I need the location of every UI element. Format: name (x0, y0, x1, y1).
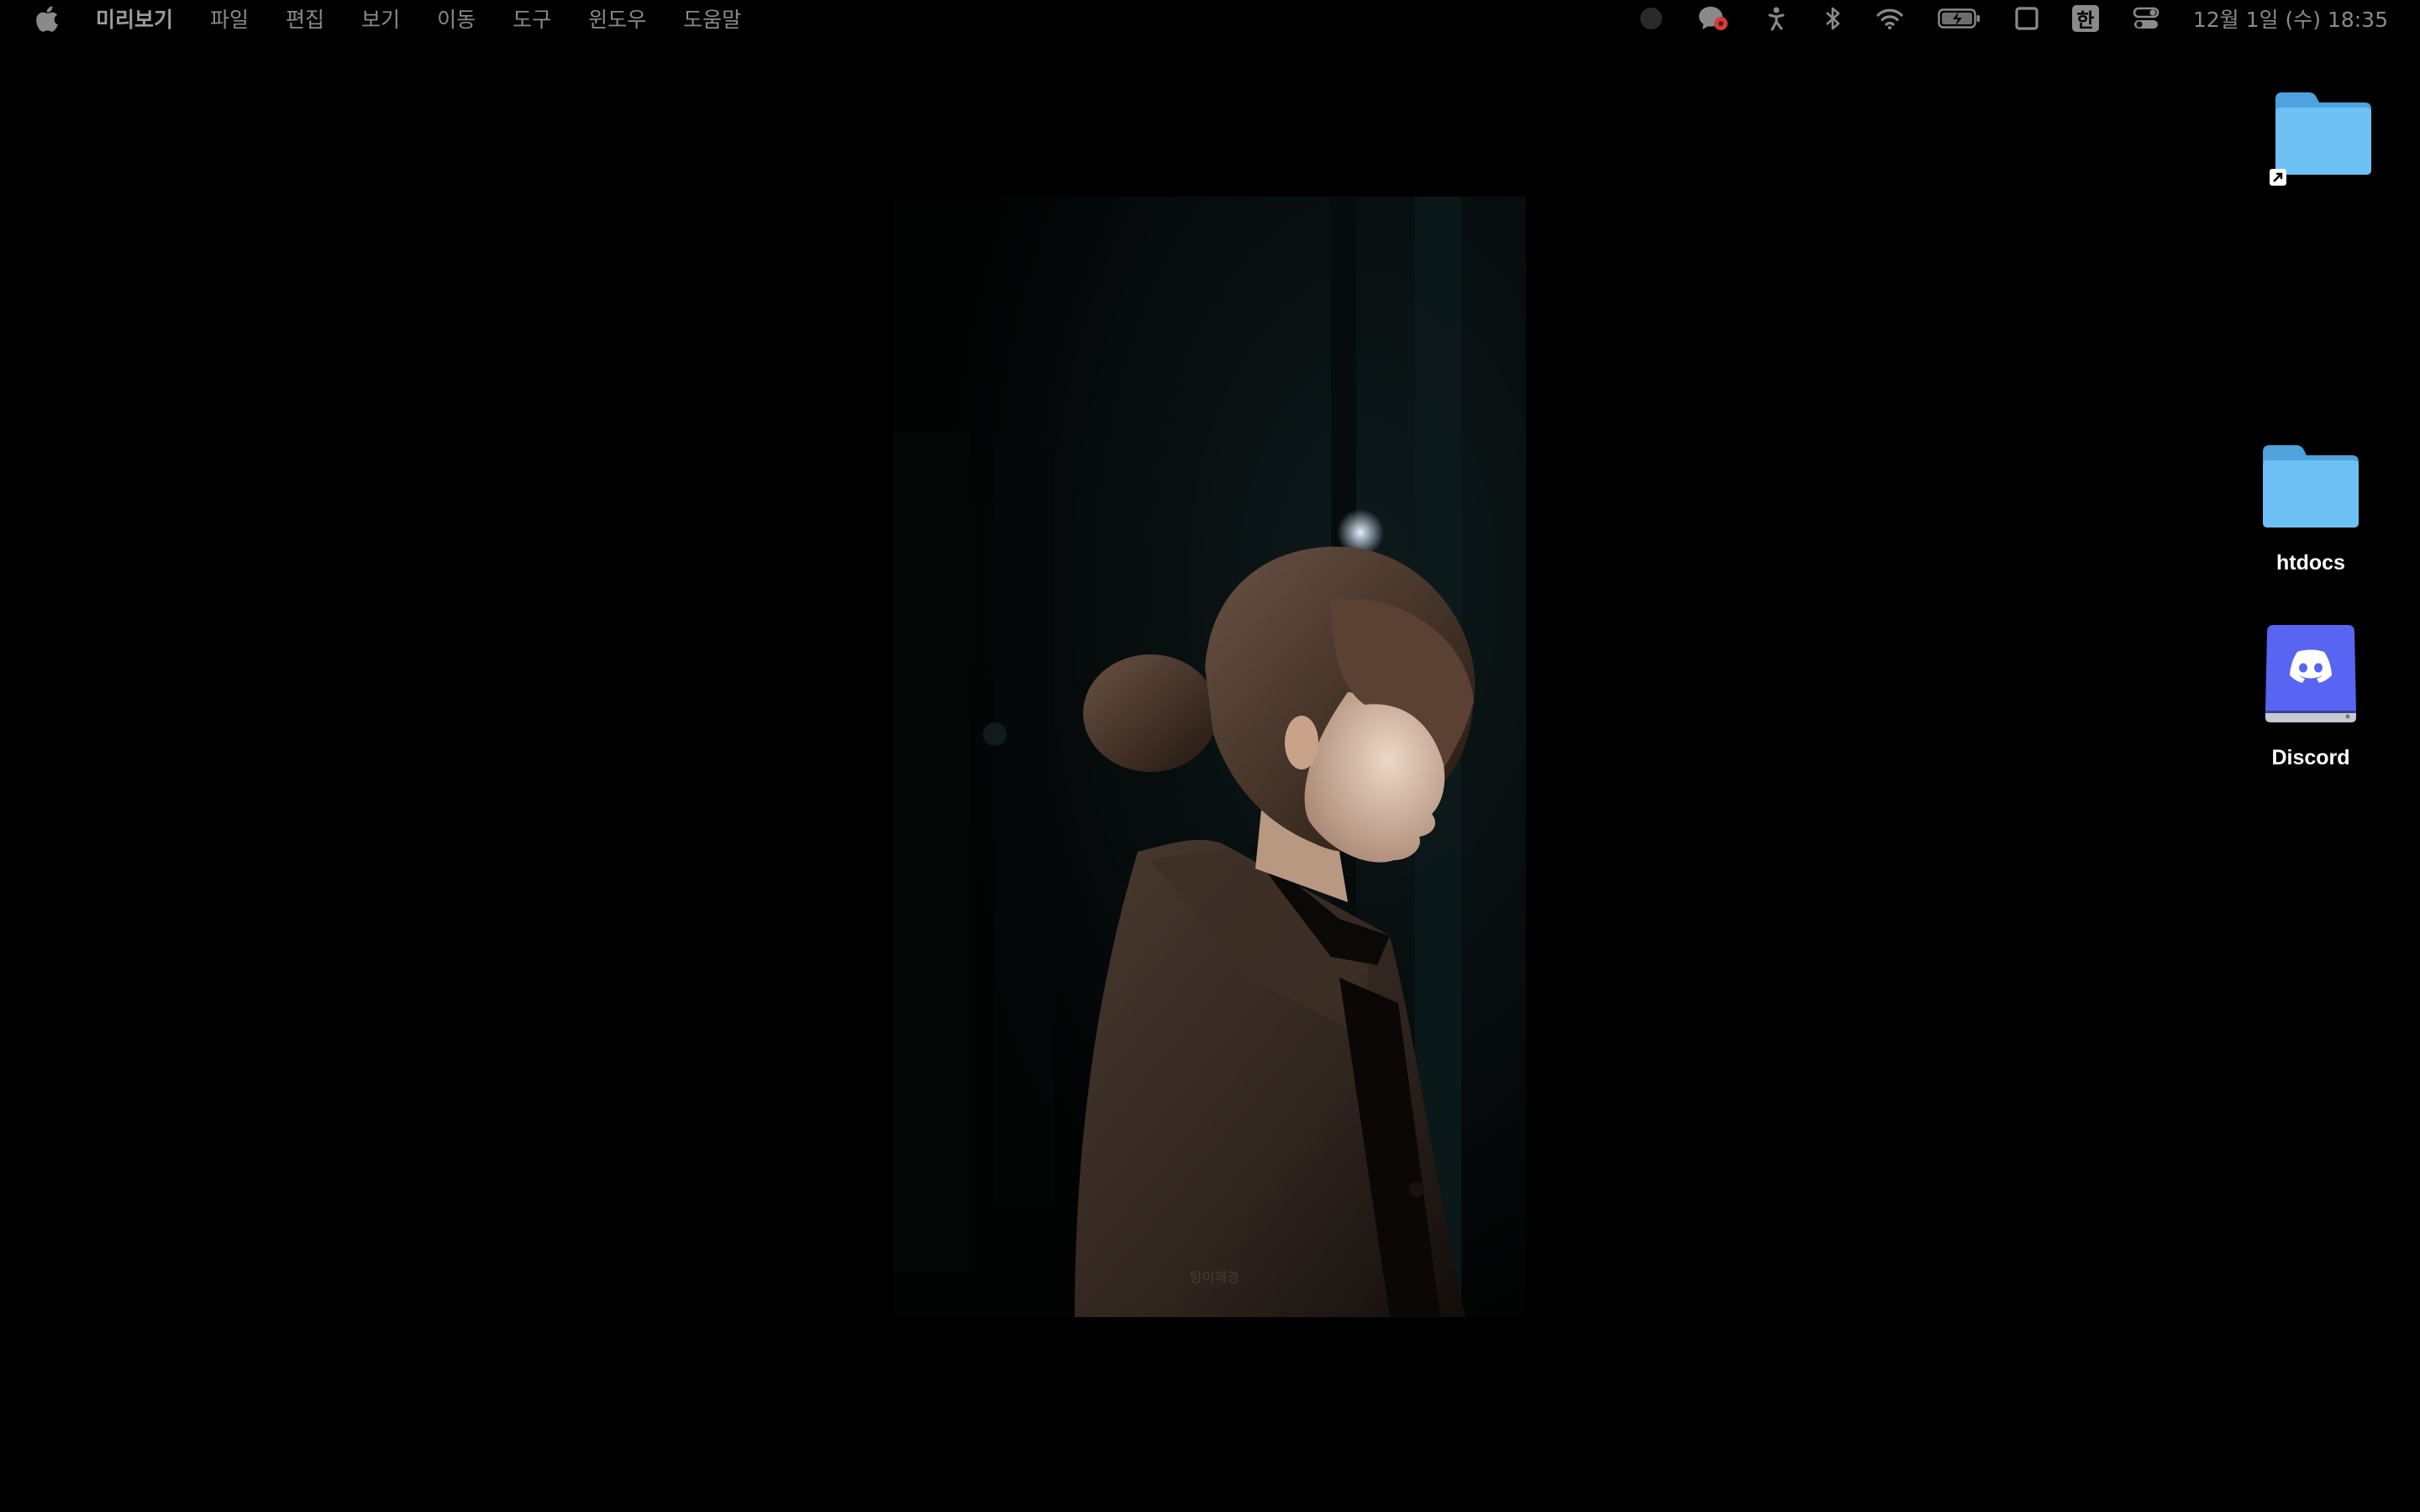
preview-image[interactable]: 탕이해경 (894, 197, 1526, 1317)
watermark-text: 탕이해경 (1190, 1269, 1239, 1285)
desktop-folder-alias[interactable] (2269, 87, 2378, 198)
menu-bar: 미리보기 파일 편집 보기 이동 도구 윈도우 도움말 한 12월 1일 (수)… (0, 0, 2420, 37)
accessibility-icon[interactable] (1765, 0, 1790, 37)
apple-menu[interactable] (35, 4, 60, 33)
control-center-icon[interactable] (2133, 0, 2160, 37)
record-icon[interactable] (1639, 0, 1664, 37)
menu-window[interactable]: 윈도우 (588, 3, 646, 34)
desktop-item-label: htdocs (2276, 551, 2345, 575)
bluetooth-icon[interactable] (1823, 0, 1842, 37)
menu-app-name[interactable]: 미리보기 (96, 3, 173, 34)
menu-bar-right: 한 12월 1일 (수) 18:35 (1639, 0, 2420, 37)
menu-clock[interactable]: 12월 1일 (수) 18:35 (2193, 3, 2388, 34)
folder-icon (2263, 445, 2359, 528)
desktop-drive-discord[interactable]: Discord (2252, 623, 2370, 770)
input-source-icon[interactable]: 한 (2071, 0, 2099, 37)
portrait-photo: 탕이해경 (894, 197, 1526, 1317)
folder-icon (2275, 92, 2371, 175)
discord-drive-icon (2265, 625, 2356, 722)
window-icon[interactable] (2015, 0, 2039, 37)
menu-edit[interactable]: 편집 (286, 3, 324, 34)
menu-view[interactable]: 보기 (361, 3, 400, 34)
battery-icon[interactable] (1938, 0, 1981, 37)
desktop-item-label: Discord (2271, 746, 2350, 769)
desktop-folder-htdocs[interactable]: htdocs (2252, 440, 2370, 575)
wifi-icon[interactable] (1876, 0, 1904, 37)
chat-notification-icon[interactable] (1697, 0, 1731, 37)
menu-go[interactable]: 이동 (437, 3, 476, 34)
apple-logo-icon (36, 6, 58, 32)
alias-arrow-icon (2270, 169, 2286, 186)
menu-bar-left: 미리보기 파일 편집 보기 이동 도구 윈도우 도움말 (0, 0, 741, 37)
menu-file[interactable]: 파일 (210, 3, 249, 34)
input-source-label: 한 (2071, 5, 2099, 32)
menu-tools[interactable]: 도구 (513, 3, 551, 34)
menu-help[interactable]: 도움말 (683, 3, 741, 34)
